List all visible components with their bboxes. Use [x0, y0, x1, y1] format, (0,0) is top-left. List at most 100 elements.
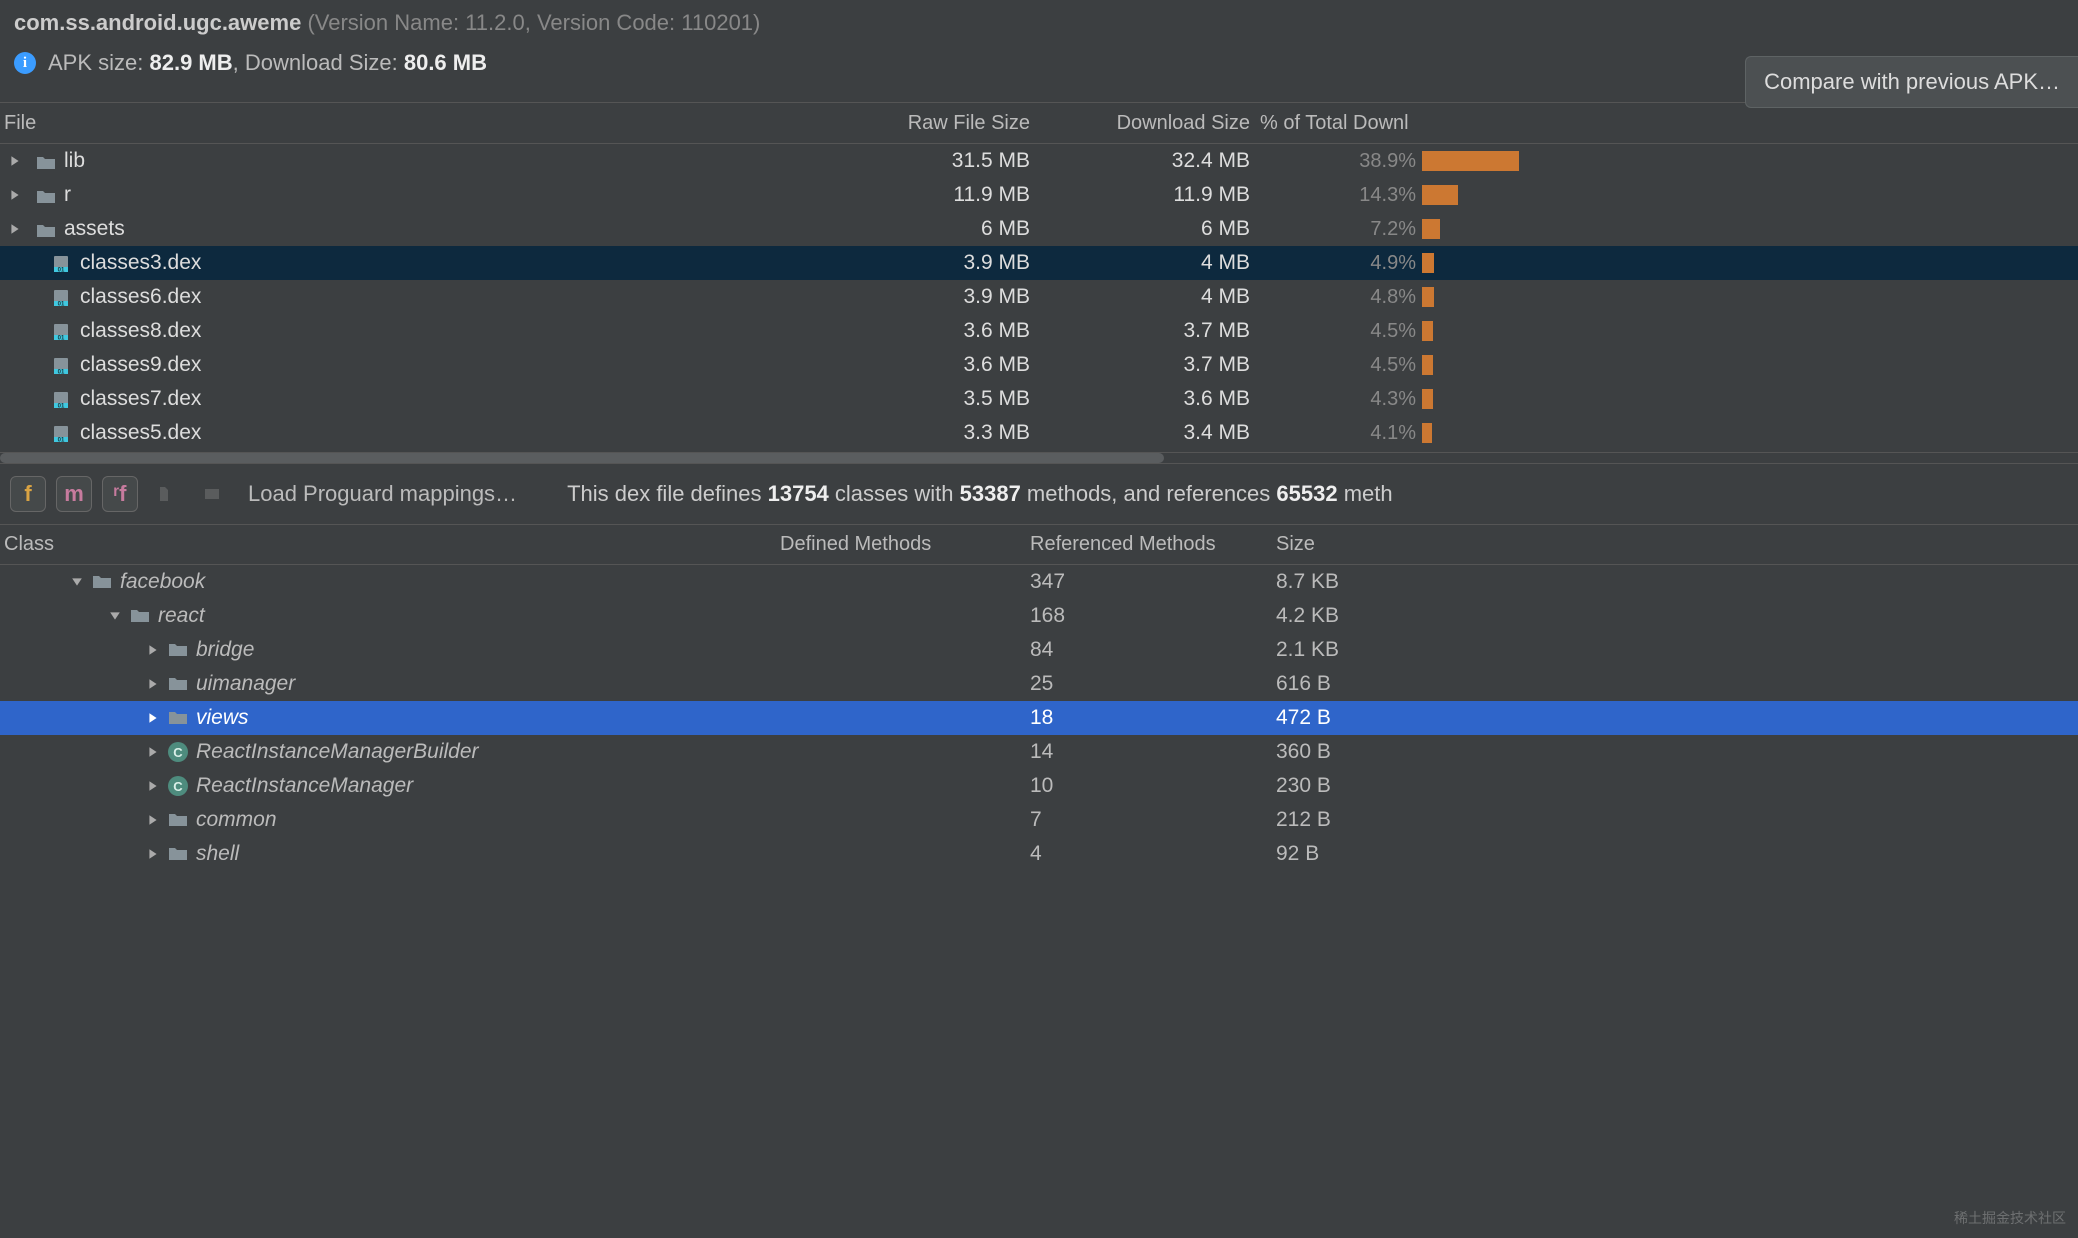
class-row[interactable]: bridge842.1 KB	[0, 633, 2078, 667]
expand-arrow-icon	[8, 324, 22, 338]
referenced-methods: 18	[1030, 706, 1276, 730]
percent-value: 4.9%	[1370, 252, 1416, 275]
expand-arrow-icon	[8, 392, 22, 406]
dex-file-icon: 01	[52, 391, 72, 407]
col-size-header[interactable]: Size	[1276, 533, 2078, 556]
class-row[interactable]: shell492 B	[0, 837, 2078, 871]
folder-icon	[36, 221, 56, 237]
chevron-right-icon[interactable]	[146, 813, 160, 827]
dex-refs-count: 65532	[1276, 481, 1337, 506]
package-line: com.ss.android.ugc.aweme (Version Name: …	[14, 10, 2064, 36]
class-row[interactable]: facebook3478.7 KB	[0, 565, 2078, 599]
folder-icon	[36, 187, 56, 203]
apk-size: 82.9 MB	[149, 50, 232, 75]
class-size: 360 B	[1276, 740, 2078, 764]
percent-value: 38.9%	[1359, 150, 1416, 173]
class-row[interactable]: views18472 B	[0, 701, 2078, 735]
col-referenced-header[interactable]: Referenced Methods	[1030, 533, 1276, 556]
col-class-header[interactable]: Class	[0, 533, 780, 556]
package-icon	[168, 710, 188, 726]
class-row[interactable]: CReactInstanceManager10230 B	[0, 769, 2078, 803]
col-dl-header[interactable]: Download Size	[1040, 112, 1260, 135]
expand-arrow-icon[interactable]	[8, 222, 22, 236]
col-file-header[interactable]: File	[0, 112, 820, 135]
raw-size: 3.6 MB	[820, 353, 1040, 377]
class-size: 4.2 KB	[1276, 604, 2078, 628]
version-name-label: (Version Name:	[307, 10, 465, 35]
toolbar-action-1	[148, 476, 184, 512]
class-row[interactable]: react1684.2 KB	[0, 599, 2078, 633]
referenced-methods: 347	[1030, 570, 1276, 594]
file-row[interactable]: 01classes7.dex3.5 MB3.6 MB4.3%	[0, 382, 2078, 416]
chevron-right-icon[interactable]	[146, 779, 160, 793]
file-row[interactable]: 01classes3.dex3.9 MB4 MB4.9%	[0, 246, 2078, 280]
raw-size: 3.9 MB	[820, 251, 1040, 275]
expand-arrow-icon[interactable]	[8, 188, 22, 202]
class-row[interactable]: CReactInstanceManagerBuilder14360 B	[0, 735, 2078, 769]
watermark: 稀土掘金技术社区	[1954, 1208, 2066, 1228]
chevron-right-icon[interactable]	[146, 711, 160, 725]
file-row[interactable]: r11.9 MB11.9 MB14.3%	[0, 178, 2078, 212]
class-name: ReactInstanceManager	[196, 774, 413, 798]
load-proguard-button[interactable]: Load Proguard mappings…	[248, 481, 517, 507]
expand-arrow-icon	[8, 256, 22, 270]
download-size: 3.7 MB	[1040, 319, 1260, 343]
filter-methods-button[interactable]: m	[56, 476, 92, 512]
filter-fields-button[interactable]: f	[10, 476, 46, 512]
info-icon: i	[14, 52, 36, 74]
col-raw-header[interactable]: Raw File Size	[820, 112, 1040, 135]
referenced-methods: 25	[1030, 672, 1276, 696]
col-defined-header[interactable]: Defined Methods	[780, 533, 1030, 556]
dex-file-icon: 01	[52, 255, 72, 271]
file-name: assets	[64, 217, 125, 241]
class-icon: C	[168, 742, 188, 762]
chevron-right-icon[interactable]	[146, 847, 160, 861]
file-row[interactable]: 01classes9.dex3.6 MB3.7 MB4.5%	[0, 348, 2078, 382]
svg-text:01: 01	[58, 336, 65, 342]
file-row[interactable]: 01classes8.dex3.6 MB3.7 MB4.5%	[0, 314, 2078, 348]
raw-size: 3.3 MB	[820, 421, 1040, 445]
chevron-right-icon[interactable]	[146, 745, 160, 759]
filter-referenced-button[interactable]: ʳf	[102, 476, 138, 512]
file-row[interactable]: 01classes5.dex3.3 MB3.4 MB4.1%	[0, 416, 2078, 450]
package-name: com.ss.android.ugc.aweme	[14, 10, 301, 35]
class-name: ReactInstanceManagerBuilder	[196, 740, 479, 764]
compare-apk-button[interactable]: Compare with previous APK…	[1745, 56, 2078, 108]
file-row[interactable]: assets6 MB6 MB7.2%	[0, 212, 2078, 246]
svg-text:01: 01	[58, 438, 65, 444]
file-row[interactable]: 01classes6.dex3.9 MB4 MB4.8%	[0, 280, 2078, 314]
col-pct-header[interactable]: % of Total Downl	[1260, 112, 1420, 135]
raw-size: 3.6 MB	[820, 319, 1040, 343]
dex-file-icon: 01	[52, 289, 72, 305]
class-row[interactable]: uimanager25616 B	[0, 667, 2078, 701]
chevron-down-icon[interactable]	[108, 609, 122, 623]
chevron-down-icon[interactable]	[70, 575, 84, 589]
class-name: facebook	[120, 570, 205, 594]
raw-size: 11.9 MB	[820, 183, 1040, 207]
raw-size: 3.5 MB	[820, 387, 1040, 411]
chevron-right-icon[interactable]	[146, 643, 160, 657]
expand-arrow-icon	[8, 358, 22, 372]
file-name: lib	[64, 149, 85, 173]
class-size: 230 B	[1276, 774, 2078, 798]
scrollbar-thumb[interactable]	[0, 453, 1164, 463]
expand-arrow-icon[interactable]	[8, 154, 22, 168]
class-table-header: Class Defined Methods Referenced Methods…	[0, 525, 2078, 565]
class-row[interactable]: common7212 B	[0, 803, 2078, 837]
download-size: 3.4 MB	[1040, 421, 1260, 445]
dex-summary: This dex file defines 13754 classes with…	[567, 481, 1393, 507]
download-size: 32.4 MB	[1040, 149, 1260, 173]
horizontal-scrollbar[interactable]	[0, 452, 2078, 464]
class-name: common	[196, 808, 277, 832]
chevron-right-icon[interactable]	[146, 677, 160, 691]
download-size: 80.6 MB	[404, 50, 487, 75]
percent-bar	[1422, 321, 1433, 341]
percent-bar	[1422, 389, 1433, 409]
class-size: 616 B	[1276, 672, 2078, 696]
file-row[interactable]: lib31.5 MB32.4 MB38.9%	[0, 144, 2078, 178]
dex-classes-count: 13754	[768, 481, 829, 506]
dex-file-icon: 01	[52, 323, 72, 339]
svg-text:01: 01	[58, 268, 65, 274]
dex-file-icon: 01	[52, 425, 72, 441]
svg-text:01: 01	[58, 404, 65, 410]
